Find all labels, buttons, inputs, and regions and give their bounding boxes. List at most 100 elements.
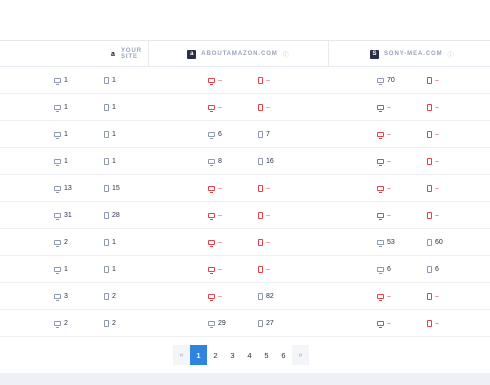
desktop-icon — [377, 186, 384, 193]
position-value: 1 — [112, 239, 116, 246]
position-value: 60 — [435, 239, 443, 246]
desktop-position-cell: 1 — [54, 148, 68, 175]
pagination: « 1 2 3 4 5 6 » — [173, 345, 309, 365]
mobile-icon — [104, 239, 109, 246]
mobile-position-cell: – — [258, 94, 270, 121]
position-value: 2 — [64, 320, 68, 327]
position-value: 15 — [112, 185, 120, 192]
mobile-position-cell: – — [427, 67, 439, 94]
position-value: 31 — [64, 212, 72, 219]
amazon-logo-icon: a — [111, 50, 115, 58]
mobile-position-cell: – — [258, 256, 270, 283]
position-value: – — [387, 185, 391, 192]
sony-header: S SONY-MEA.COM ⓘ — [328, 41, 490, 67]
info-icon[interactable]: ⓘ — [447, 50, 453, 59]
mobile-icon — [427, 185, 432, 192]
next-page-button[interactable]: » — [292, 345, 309, 365]
position-value: – — [387, 293, 391, 300]
position-value: – — [266, 104, 270, 111]
desktop-position-cell: 13 — [54, 175, 72, 202]
page-button-6[interactable]: 6 — [275, 345, 292, 365]
mobile-position-cell: 15 — [104, 175, 120, 202]
sony-logo-icon: S — [370, 49, 379, 59]
mobile-icon — [104, 320, 109, 327]
mobile-position-cell: 82 — [258, 283, 274, 310]
desktop-icon — [54, 321, 61, 328]
mobile-icon — [258, 104, 263, 111]
mobile-position-cell: 2 — [104, 310, 116, 337]
position-value: 2 — [64, 239, 68, 246]
desktop-icon — [54, 159, 61, 166]
position-value: – — [218, 293, 222, 300]
mobile-icon — [427, 104, 432, 111]
position-value: – — [435, 185, 439, 192]
position-value: – — [387, 104, 391, 111]
mobile-icon — [427, 77, 432, 84]
desktop-icon — [208, 321, 215, 328]
mobile-icon — [258, 212, 263, 219]
mobile-position-cell: 16 — [258, 148, 274, 175]
prev-page-button[interactable]: « — [173, 345, 190, 365]
mobile-icon — [258, 158, 263, 165]
mobile-icon — [258, 77, 263, 84]
position-value: – — [435, 131, 439, 138]
position-value: – — [218, 266, 222, 273]
desktop-icon — [377, 240, 384, 247]
your-site-header: a YOUR SITE — [0, 41, 148, 67]
position-value: – — [435, 293, 439, 300]
desktop-icon — [377, 132, 384, 139]
mobile-icon — [427, 320, 432, 327]
table-row: 1 1 – – 70 – — [0, 67, 490, 94]
desktop-icon — [208, 213, 215, 220]
desktop-position-cell: – — [208, 202, 222, 229]
mobile-position-cell: 1 — [104, 229, 116, 256]
page-button-3[interactable]: 3 — [224, 345, 241, 365]
desktop-icon — [54, 186, 61, 193]
position-value: 1 — [64, 104, 68, 111]
desktop-icon — [54, 78, 61, 85]
page-button-4[interactable]: 4 — [241, 345, 258, 365]
position-value: 1 — [112, 158, 116, 165]
mobile-position-cell: 1 — [104, 67, 116, 94]
position-value: – — [266, 239, 270, 246]
desktop-icon — [54, 267, 61, 274]
table-row: 2 1 – – 53 60 — [0, 229, 490, 256]
bottom-band — [0, 373, 490, 385]
desktop-icon — [208, 186, 215, 193]
your-site-label: YOUR SITE — [121, 48, 142, 60]
table-row: 13 15 – – – – — [0, 175, 490, 202]
mobile-icon — [427, 212, 432, 219]
desktop-icon — [377, 78, 384, 85]
position-value: – — [387, 131, 391, 138]
mobile-icon — [258, 293, 263, 300]
desktop-icon — [54, 105, 61, 112]
table-row: 1 1 6 7 – – — [0, 121, 490, 148]
page-button-2[interactable]: 2 — [207, 345, 224, 365]
info-icon[interactable]: ⓘ — [283, 50, 289, 59]
desktop-icon — [377, 159, 384, 166]
position-value: 3 — [64, 293, 68, 300]
desktop-position-cell: 2 — [54, 310, 68, 337]
position-value: 82 — [266, 293, 274, 300]
mobile-icon — [427, 293, 432, 300]
desktop-icon — [208, 240, 215, 247]
table-row: 2 2 29 27 – – — [0, 310, 490, 337]
desktop-icon — [377, 267, 384, 274]
desktop-position-cell: 29 — [208, 310, 226, 337]
position-value: – — [435, 320, 439, 327]
page-button-5[interactable]: 5 — [258, 345, 275, 365]
desktop-icon — [208, 105, 215, 112]
position-value: 2 — [112, 320, 116, 327]
position-value: 1 — [64, 158, 68, 165]
position-value: 6 — [387, 266, 391, 273]
desktop-position-cell: – — [377, 175, 391, 202]
table-header: a YOUR SITE a ABOUTAMAZON.COM ⓘ S SONY-M… — [0, 41, 490, 67]
page-button-1[interactable]: 1 — [190, 345, 207, 365]
desktop-icon — [208, 159, 215, 166]
position-value: 1 — [64, 77, 68, 84]
mobile-icon — [104, 104, 109, 111]
desktop-icon — [377, 294, 384, 301]
desktop-icon — [208, 78, 215, 85]
mobile-position-cell: – — [427, 175, 439, 202]
aboutamazon-label: ABOUTAMAZON.COM — [201, 51, 278, 57]
